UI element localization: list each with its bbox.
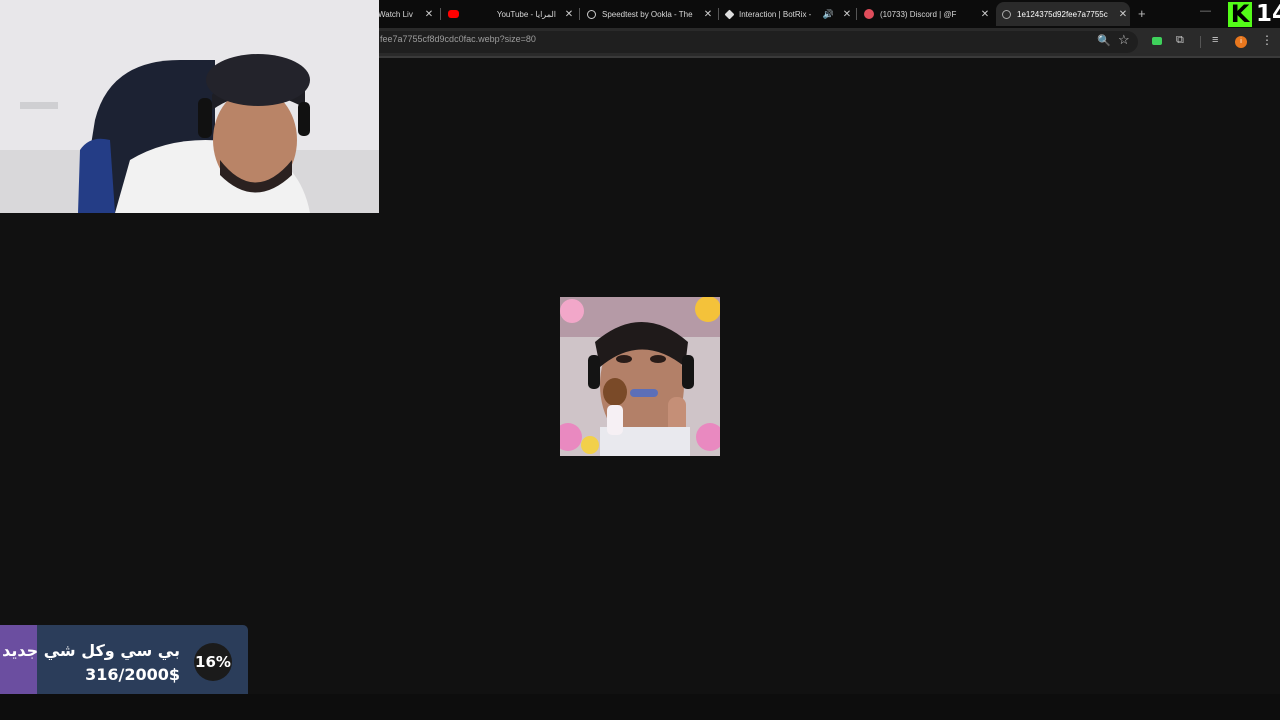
- tab-botrix[interactable]: Interaction | BotRix - 🔊 ✕: [720, 2, 854, 26]
- close-tab-icon[interactable]: ✕: [978, 9, 992, 20]
- tab-image-active[interactable]: 1e124375d92fee7a7755c ✕: [996, 2, 1130, 26]
- youtube-icon: [448, 10, 459, 18]
- close-tab-icon[interactable]: ✕: [701, 9, 715, 20]
- close-tab-icon[interactable]: ✕: [840, 9, 854, 20]
- tab-label: 1e124375d92fee7a7755c: [1017, 9, 1108, 19]
- kick-logo: K: [1228, 2, 1252, 27]
- zoom-icon[interactable]: 🔍: [1097, 34, 1111, 47]
- botrix-icon: [724, 9, 735, 19]
- browser-menu-icon[interactable]: ⋮: [1261, 33, 1273, 47]
- media-controls-icon[interactable]: ≡: [1212, 34, 1218, 46]
- close-tab-icon[interactable]: ✕: [422, 9, 436, 20]
- speedtest-icon: [587, 9, 596, 19]
- minimize-icon[interactable]: —: [1200, 5, 1211, 17]
- tab-separator: [718, 8, 719, 20]
- tab-separator: [579, 8, 580, 20]
- globe-icon: [1002, 9, 1011, 19]
- kick-viewer-count: 14: [1256, 2, 1280, 27]
- donation-goal-amount: 316/2000$: [85, 665, 180, 684]
- profile-avatar[interactable]: i: [1235, 36, 1247, 48]
- tab-speedtest[interactable]: Speedtest by Ookla - The ✕: [581, 2, 715, 26]
- tab-label: YouTube - المرايا: [496, 9, 556, 19]
- donation-goal-title: بي سي وكل شي جديد: [2, 641, 180, 660]
- donation-goal-progress-fill: [0, 625, 37, 701]
- tab-label: Interaction | BotRix -: [739, 9, 812, 19]
- donation-goal-percent: 16%: [194, 643, 232, 681]
- tab-youtube[interactable]: YouTube - المرايا ✕: [442, 2, 576, 26]
- discord-icon: [864, 9, 874, 19]
- tab-label: Watch Liv: [378, 9, 413, 19]
- bookmark-star-icon[interactable]: ☆: [1118, 32, 1130, 48]
- webcam-overlay: [0, 0, 379, 213]
- avatar-photo: [560, 297, 720, 456]
- tab-label: (10733) Discord | @F: [880, 9, 957, 19]
- tab-separator: [440, 8, 441, 20]
- extensions-puzzle-icon[interactable]: ⧉: [1176, 34, 1184, 47]
- tab-watch-live[interactable]: Watch Liv ✕: [378, 2, 436, 26]
- tab-label: Speedtest by Ookla - The: [602, 9, 693, 19]
- audio-playing-icon[interactable]: 🔊: [823, 9, 834, 20]
- bottom-strip: [0, 694, 1280, 720]
- displayed-avatar-image: [560, 297, 720, 456]
- tab-discord[interactable]: (10733) Discord | @F ✕: [858, 2, 992, 26]
- extension-badge-icon[interactable]: [1152, 37, 1162, 45]
- close-tab-icon[interactable]: ✕: [1116, 9, 1130, 20]
- close-tab-icon[interactable]: ✕: [562, 9, 576, 20]
- toolbar-separator: [1200, 36, 1201, 48]
- tab-separator: [856, 8, 857, 20]
- webcam-video: [0, 0, 379, 213]
- url-text[interactable]: fee7a7755cf8d9cdc0fac.webp?size=80: [380, 34, 536, 44]
- new-tab-button[interactable]: +: [1138, 6, 1146, 21]
